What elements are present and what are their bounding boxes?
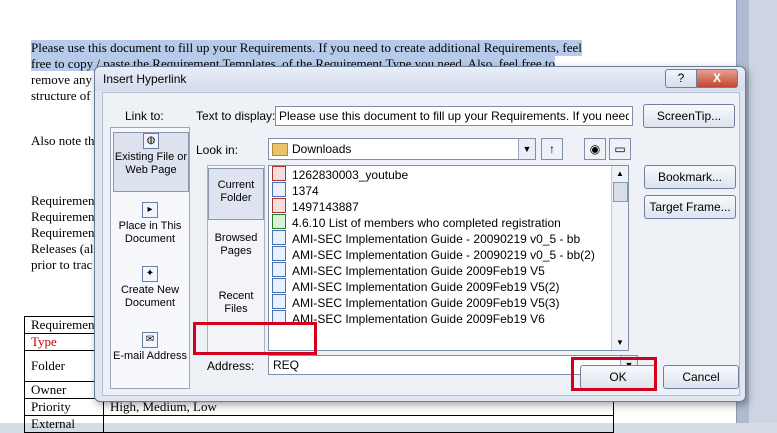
nav-current-folder[interactable]: Current Folder bbox=[208, 168, 264, 220]
link-to-place-in-document[interactable]: ▸ Place in This Document bbox=[113, 202, 187, 246]
doc-line-7: Requiremen bbox=[31, 209, 95, 224]
insert-hyperlink-dialog: Insert Hyperlink ? X Link to: ◍ Existing… bbox=[94, 66, 746, 402]
link-to-place-label: Place in This Document bbox=[118, 220, 182, 245]
new-document-icon: ✦ bbox=[142, 266, 158, 282]
file-name: 4.6.10 List of members who completed reg… bbox=[292, 216, 561, 230]
doc-line-1: Please use this document to fill up your… bbox=[31, 40, 582, 56]
html-file-icon bbox=[272, 198, 286, 213]
address-label: Address: bbox=[207, 359, 255, 373]
browse-web-icon[interactable]: ◉ bbox=[584, 138, 606, 160]
help-button[interactable]: ? bbox=[665, 69, 697, 88]
table-cell: Type bbox=[24, 333, 104, 351]
list-item[interactable]: AMI-SEC Implementation Guide 2009Feb19 V… bbox=[272, 262, 545, 278]
link-to-email[interactable]: ✉ E-mail Address bbox=[113, 332, 187, 363]
text-to-display-label: Text to display: bbox=[196, 109, 276, 123]
up-folder-icon[interactable]: ↑ bbox=[541, 138, 563, 160]
close-button[interactable]: X bbox=[696, 69, 738, 88]
nav-current-label: Current Folder bbox=[217, 179, 255, 204]
table-cell: External bbox=[24, 415, 104, 433]
list-item[interactable]: 1497143887 bbox=[272, 198, 359, 214]
word-file-icon bbox=[272, 278, 286, 293]
file-name: 1262830003_youtube bbox=[292, 168, 409, 182]
link-to-existing-label: Existing File or Web Page bbox=[114, 151, 188, 176]
look-in-value: Downloads bbox=[292, 142, 352, 156]
doc-line-5: Also note th bbox=[31, 133, 95, 148]
list-item[interactable]: 1374 bbox=[272, 182, 319, 198]
word-file-icon bbox=[272, 262, 286, 277]
globe-document-icon: ◍ bbox=[143, 133, 159, 149]
word-file-icon bbox=[272, 294, 286, 309]
list-item[interactable]: 1262830003_youtube bbox=[272, 166, 408, 182]
table-cell: Owner bbox=[24, 381, 104, 399]
link-to-new-label: Create New Document bbox=[120, 284, 180, 309]
look-in-select[interactable]: Downloads ▼ bbox=[268, 138, 536, 160]
nav-browsed-pages[interactable]: Browsed Pages bbox=[208, 232, 264, 258]
link-to-existing-file[interactable]: ◍ Existing File or Web Page bbox=[113, 132, 189, 192]
chevron-down-icon[interactable]: ▼ bbox=[518, 139, 535, 159]
word-file-icon bbox=[272, 182, 286, 197]
file-name: AMI-SEC Implementation Guide 2009Feb19 V… bbox=[292, 296, 560, 310]
file-name: AMI-SEC Implementation Guide 2009Feb19 V… bbox=[292, 312, 545, 326]
table-cell: Priority bbox=[24, 398, 104, 416]
file-list[interactable]: 1262830003_youtube 1374 1497143887 4.6.1… bbox=[268, 165, 629, 351]
text-to-display-input[interactable] bbox=[275, 106, 633, 126]
email-icon: ✉ bbox=[142, 332, 158, 348]
link-to-create-new[interactable]: ✦ Create New Document bbox=[113, 266, 187, 310]
dialog-title: Insert Hyperlink bbox=[103, 72, 187, 86]
doc-line-9: Releases (al bbox=[31, 241, 94, 256]
excel-file-icon bbox=[272, 214, 286, 229]
folder-icon bbox=[272, 143, 288, 156]
file-name: AMI-SEC Implementation Guide - 20090219 … bbox=[292, 248, 595, 262]
scroll-down-icon[interactable]: ▼ bbox=[612, 335, 628, 350]
doc-line-6: Requiremen bbox=[31, 193, 95, 208]
word-file-icon bbox=[272, 246, 286, 261]
address-highlight-box bbox=[193, 322, 317, 355]
cancel-button[interactable]: Cancel bbox=[663, 365, 739, 389]
link-to-email-label: E-mail Address bbox=[113, 350, 187, 362]
list-item[interactable]: 4.6.10 List of members who completed reg… bbox=[272, 214, 561, 230]
file-name: AMI-SEC Implementation Guide 2009Feb19 V… bbox=[292, 264, 545, 278]
scroll-up-icon[interactable]: ▲ bbox=[612, 166, 628, 181]
link-to-bar: ◍ Existing File or Web Page ▸ Place in T… bbox=[110, 127, 190, 389]
nav-recent-label: Recent Files bbox=[218, 290, 254, 315]
bookmark-document-icon: ▸ bbox=[142, 202, 158, 218]
table-cell: Folder bbox=[24, 350, 104, 382]
doc-line-3: remove any bbox=[31, 72, 93, 87]
file-name: AMI-SEC Implementation Guide - 20090219 … bbox=[292, 232, 581, 246]
screentip-button[interactable]: ScreenTip... bbox=[643, 104, 735, 128]
list-item[interactable]: AMI-SEC Implementation Guide 2009Feb19 V… bbox=[272, 294, 559, 310]
file-name: AMI-SEC Implementation Guide 2009Feb19 V… bbox=[292, 280, 560, 294]
doc-line-10: prior to trac bbox=[31, 257, 93, 272]
target-frame-button[interactable]: Target Frame... bbox=[644, 195, 736, 219]
doc-line-4: structure of bbox=[31, 88, 91, 103]
browse-file-icon[interactable]: ▭ bbox=[609, 138, 631, 160]
list-item[interactable]: AMI-SEC Implementation Guide - 20090219 … bbox=[272, 230, 580, 246]
address-input[interactable] bbox=[271, 356, 620, 374]
scroll-thumb[interactable] bbox=[613, 182, 628, 202]
file-name: 1374 bbox=[292, 184, 319, 198]
list-item[interactable]: AMI-SEC Implementation Guide - 20090219 … bbox=[272, 246, 595, 262]
doc-line-8: Requiremen bbox=[31, 225, 95, 240]
bookmark-button[interactable]: Bookmark... bbox=[644, 165, 736, 189]
table-row: External bbox=[24, 415, 614, 433]
table-cell bbox=[103, 415, 614, 433]
list-item[interactable]: AMI-SEC Implementation Guide 2009Feb19 V… bbox=[272, 278, 559, 294]
look-in-label: Look in: bbox=[196, 143, 239, 157]
file-name: 1497143887 bbox=[292, 200, 359, 214]
nav-browsed-label: Browsed Pages bbox=[214, 232, 258, 257]
table-cell: Requiremen bbox=[24, 316, 104, 334]
dialog-titlebar[interactable]: Insert Hyperlink ? X bbox=[95, 67, 745, 91]
nav-recent-files[interactable]: Recent Files bbox=[208, 290, 264, 316]
html-file-icon bbox=[272, 166, 286, 181]
file-list-scrollbar[interactable]: ▲ ▼ bbox=[611, 166, 628, 350]
link-to-label: Link to: bbox=[125, 109, 164, 123]
ok-highlight-box bbox=[571, 357, 657, 391]
word-file-icon bbox=[272, 230, 286, 245]
